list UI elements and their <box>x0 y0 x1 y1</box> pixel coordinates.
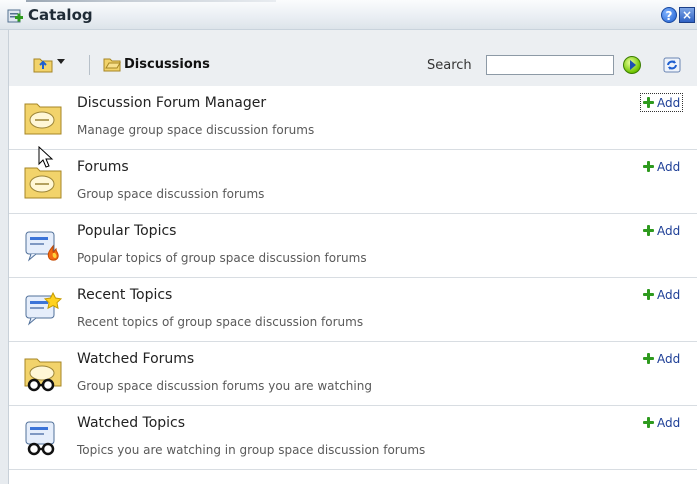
add-button[interactable]: Add <box>641 414 682 431</box>
add-button[interactable]: Add <box>641 350 682 367</box>
search-label: Search <box>427 58 472 73</box>
title-bar-decoration <box>26 0 276 2</box>
search-input[interactable] <box>486 55 614 75</box>
catalog-title-bar: Catalog ? × <box>0 0 697 30</box>
breadcrumb[interactable]: Discussions <box>124 57 210 72</box>
recent-topics-icon <box>25 291 63 326</box>
item-description: Recent topics of group space discussion … <box>77 315 364 329</box>
add-button[interactable]: Add <box>641 286 682 303</box>
add-icon <box>643 97 654 108</box>
catalog-icon <box>7 9 23 23</box>
search-go-icon[interactable] <box>623 56 641 74</box>
list-item[interactable]: Popular Topics Popular topics of group s… <box>9 214 697 278</box>
folder-discussion-icon <box>24 103 62 135</box>
item-title: Popular Topics <box>77 223 177 239</box>
item-description: Popular topics of group space discussion… <box>77 251 367 265</box>
refresh-icon[interactable] <box>661 54 683 76</box>
add-icon <box>643 225 654 236</box>
list-item[interactable]: Discussion Forum Manager Manage group sp… <box>9 86 697 150</box>
add-icon <box>643 353 654 364</box>
add-label: Add <box>657 287 681 302</box>
add-label: Add <box>657 351 681 366</box>
add-button[interactable]: Add <box>639 93 684 112</box>
watched-forums-icon <box>24 358 62 392</box>
folder-up-icon[interactable] <box>33 55 53 73</box>
item-description: Group space discussion forums <box>77 187 265 201</box>
list-item[interactable]: Watched Topics Topics you are watching i… <box>9 406 697 470</box>
watched-topics-icon <box>25 421 55 456</box>
list-item[interactable]: Watched Forums Group space discussion fo… <box>9 342 697 406</box>
popular-topics-icon <box>25 231 59 262</box>
add-label: Add <box>657 415 681 430</box>
add-icon <box>643 417 654 428</box>
catalog-list: Discussion Forum Manager Manage group sp… <box>9 86 697 470</box>
item-title: Recent Topics <box>77 287 173 303</box>
add-label: Add <box>657 159 681 174</box>
add-icon <box>643 289 654 300</box>
item-description: Manage group space discussion forums <box>77 123 315 137</box>
toolbar-separator <box>89 55 90 75</box>
item-title: Watched Forums <box>77 351 195 367</box>
chevron-down-icon[interactable] <box>57 59 65 64</box>
add-label: Add <box>657 223 681 238</box>
close-icon[interactable]: × <box>679 7 695 23</box>
left-border <box>0 30 9 484</box>
item-description: Group space discussion forums you are wa… <box>77 379 372 393</box>
item-title: Forums <box>77 159 129 175</box>
list-item[interactable]: Recent Topics Recent topics of group spa… <box>9 278 697 342</box>
list-item[interactable]: Forums Group space discussion forums Add <box>9 150 697 214</box>
add-button[interactable]: Add <box>641 158 682 175</box>
catalog-toolbar: Discussions Search <box>9 30 697 86</box>
add-button[interactable]: Add <box>641 222 682 239</box>
add-label: Add <box>657 95 681 110</box>
add-icon <box>643 161 654 172</box>
item-title: Watched Topics <box>77 415 186 431</box>
window-title: Catalog <box>28 6 93 24</box>
discussions-folder-icon <box>103 58 121 72</box>
item-description: Topics you are watching in group space d… <box>77 443 426 457</box>
folder-discussion-icon <box>24 167 62 199</box>
item-title: Discussion Forum Manager <box>77 95 267 111</box>
help-icon[interactable]: ? <box>661 7 677 23</box>
